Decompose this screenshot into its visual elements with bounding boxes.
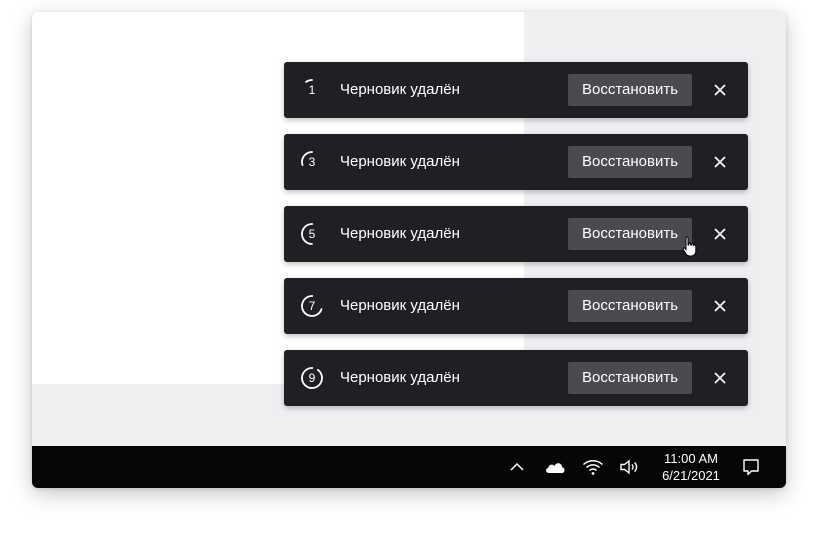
restore-button[interactable]: Восстановить — [568, 362, 692, 394]
toast-message: Черновик удалён — [340, 153, 460, 170]
app-window: 1 Черновик удалён Восстановить 3 Чернови… — [32, 12, 786, 488]
cloud-icon[interactable] — [544, 456, 566, 478]
close-icon[interactable] — [708, 294, 732, 318]
countdown-number: 3 — [308, 155, 316, 169]
countdown-number: 9 — [308, 371, 316, 385]
speaker-icon[interactable] — [618, 456, 640, 478]
toast-message: Черновик удалён — [340, 297, 460, 314]
countdown-timer: 1 — [298, 76, 326, 104]
close-icon[interactable] — [708, 222, 732, 246]
toast-notification: 7 Черновик удалён Восстановить — [284, 278, 748, 334]
countdown-number: 7 — [308, 299, 316, 313]
toast-message: Черновик удалён — [340, 81, 460, 98]
hand-pointer-icon — [682, 236, 697, 257]
restore-button[interactable]: Восстановить — [568, 290, 692, 322]
clock-date: 6/21/2021 — [662, 468, 720, 483]
countdown-timer: 7 — [298, 292, 326, 320]
wifi-icon[interactable] — [582, 456, 604, 478]
chevron-up-icon[interactable] — [506, 456, 528, 478]
countdown-timer: 5 — [298, 220, 326, 248]
close-icon[interactable] — [708, 366, 732, 390]
restore-button[interactable]: Восстановить — [568, 74, 692, 106]
countdown-number: 1 — [308, 83, 316, 97]
toast-message: Черновик удалён — [340, 369, 460, 386]
toast-notification: 5 Черновик удалён Восстановить — [284, 206, 748, 262]
clock-time: 11:00 AM — [664, 451, 718, 466]
restore-button[interactable]: Восстановить — [568, 146, 692, 178]
countdown-timer: 9 — [298, 364, 326, 392]
toast-notification: 1 Черновик удалён Восстановить — [284, 62, 748, 118]
close-icon[interactable] — [708, 150, 732, 174]
countdown-number: 5 — [308, 227, 316, 241]
restore-button[interactable]: Восстановить — [568, 218, 692, 250]
taskbar: 11:00 AM 6/21/2021 — [32, 446, 786, 488]
countdown-timer: 3 — [298, 148, 326, 176]
toast-message: Черновик удалён — [340, 225, 460, 242]
toast-notification: 3 Черновик удалён Восстановить — [284, 134, 748, 190]
toast-notification: 9 Черновик удалён Восстановить — [284, 350, 748, 406]
notification-icon[interactable] — [740, 456, 762, 478]
system-clock[interactable]: 11:00 AM 6/21/2021 — [652, 450, 730, 484]
close-icon[interactable] — [708, 78, 732, 102]
